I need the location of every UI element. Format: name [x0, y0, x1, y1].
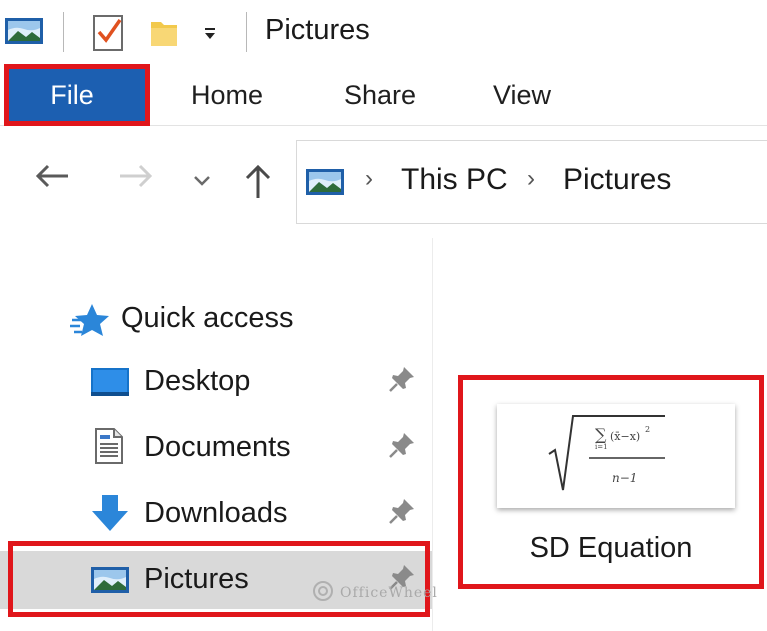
pictures-location-icon	[305, 167, 345, 202]
tab-file[interactable]: File	[4, 64, 150, 126]
downloads-icon	[90, 493, 130, 538]
sidebar-item-label: Documents	[144, 431, 291, 463]
documents-icon	[94, 427, 124, 470]
title-bar: Pictures	[0, 0, 767, 64]
sidebar-item-documents[interactable]: Documents	[0, 419, 432, 477]
pin-icon[interactable]	[388, 365, 416, 398]
watermark: OfficeWheel	[312, 580, 438, 606]
quick-access-star-icon[interactable]	[70, 302, 110, 343]
sidebar-item-label: Downloads	[144, 497, 288, 529]
customize-toolbar-icon[interactable]	[202, 26, 218, 47]
title-separator	[63, 12, 64, 52]
breadcrumb-chevron-icon[interactable]: ›	[365, 165, 373, 193]
watermark-text: OfficeWheel	[340, 585, 438, 601]
tab-file-label: File	[50, 79, 94, 110]
svg-text:∑: ∑	[595, 425, 607, 444]
breadcrumb-chevron-icon[interactable]: ›	[527, 165, 535, 193]
formula-image-icon: ∑ (x̄−x) 2 i=1 n−1	[548, 415, 665, 491]
new-folder-icon[interactable]	[149, 16, 179, 53]
tab-view[interactable]: View	[493, 80, 551, 111]
svg-text:i=1: i=1	[595, 443, 608, 451]
pin-icon[interactable]	[388, 497, 416, 530]
address-bar[interactable]: › This PC › Pictures	[296, 140, 767, 224]
ribbon-tabs: File Home Share View	[0, 64, 767, 126]
sidebar-item-desktop[interactable]: Desktop	[0, 353, 432, 411]
quick-access-label[interactable]: Quick access	[121, 302, 293, 335]
svg-text:2: 2	[645, 425, 650, 434]
properties-icon[interactable]	[92, 14, 126, 57]
sidebar-item-downloads[interactable]: Downloads	[0, 485, 432, 543]
breadcrumb-this-pc[interactable]: This PC	[401, 163, 508, 197]
title-separator	[246, 12, 247, 52]
up-arrow-icon[interactable]	[244, 164, 272, 205]
pictures-folder-icon[interactable]	[4, 16, 44, 51]
watermark-logo-icon	[312, 580, 334, 606]
pin-icon[interactable]	[388, 431, 416, 464]
file-name-label[interactable]: SD Equation	[458, 532, 764, 565]
svg-text:n−1: n−1	[612, 471, 637, 485]
desktop-icon	[90, 367, 130, 402]
recent-locations-chevron-icon[interactable]	[193, 174, 211, 192]
file-thumbnail[interactable]: ∑ (x̄−x) 2 i=1 n−1	[497, 404, 735, 508]
sidebar-item-label: Desktop	[144, 365, 251, 397]
tab-home[interactable]: Home	[191, 80, 263, 111]
window-title: Pictures	[265, 14, 370, 46]
breadcrumb-pictures[interactable]: Pictures	[563, 163, 671, 197]
svg-text:(x̄−x): (x̄−x)	[610, 430, 640, 443]
back-arrow-icon[interactable]	[34, 164, 70, 193]
forward-arrow-icon[interactable]	[118, 164, 154, 193]
tab-share[interactable]: Share	[344, 80, 416, 111]
